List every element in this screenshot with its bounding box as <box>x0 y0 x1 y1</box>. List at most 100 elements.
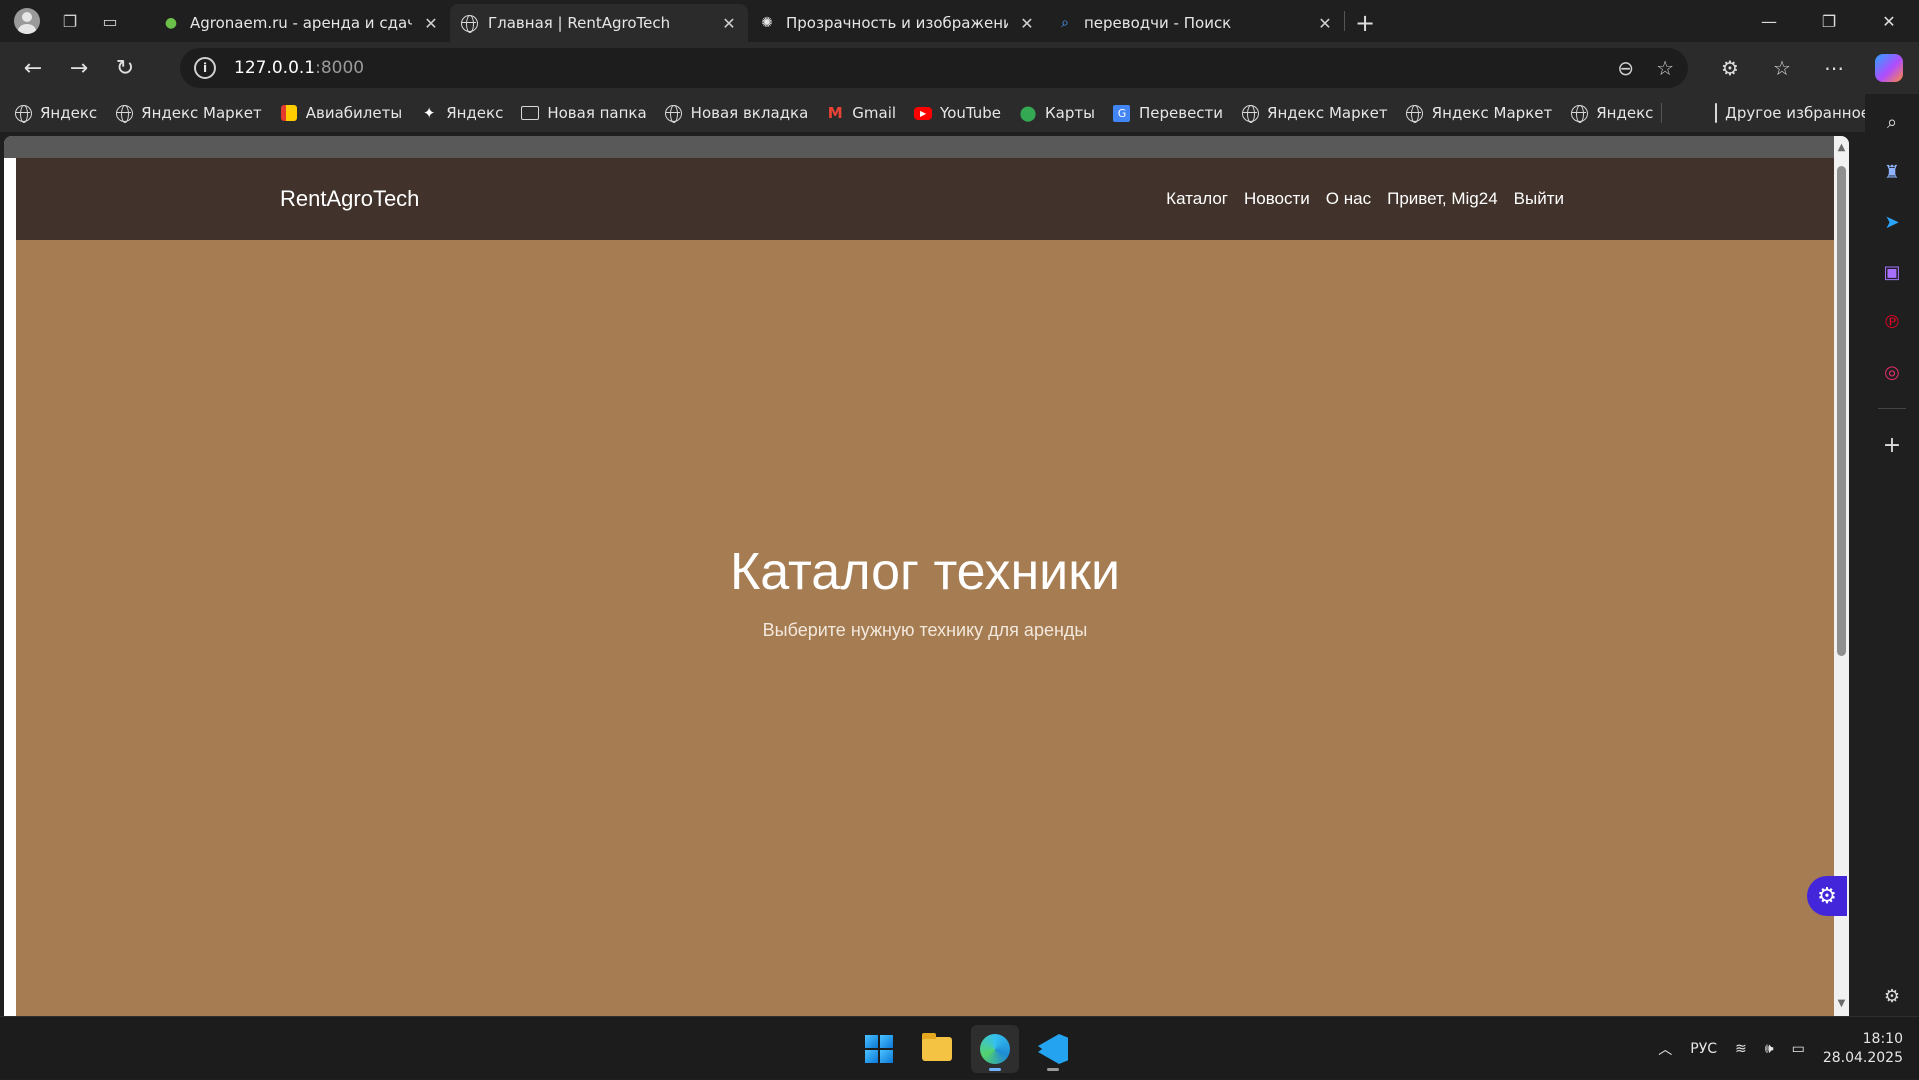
language-indicator[interactable]: РУС <box>1690 1041 1717 1057</box>
address-bar[interactable]: i 127.0.0.1:8000 ⊖ ☆ <box>180 48 1688 88</box>
bookmark-yandex[interactable]: Яндекс <box>14 104 97 123</box>
globe-icon <box>665 104 683 123</box>
nav-link-about[interactable]: О нас <box>1326 189 1371 209</box>
nav-link-catalog[interactable]: Каталог <box>1166 189 1228 209</box>
games-icon[interactable]: ♜ <box>1878 158 1906 186</box>
close-tab-icon[interactable]: ✕ <box>422 14 440 33</box>
chevron-up-icon[interactable]: ︿ <box>1658 1039 1672 1059</box>
close-tab-icon[interactable]: ✕ <box>1316 14 1334 33</box>
page-viewport: RentAgroTech Каталог Новости О нас Приве… <box>4 136 1849 1016</box>
profile-avatar[interactable] <box>14 8 40 34</box>
leaf-icon: ● <box>164 15 178 31</box>
bookmark-new-folder[interactable]: Новая папка <box>521 104 647 122</box>
forward-button[interactable]: → <box>56 48 102 88</box>
clock[interactable]: 18:10 28.04.2025 <box>1823 1030 1903 1068</box>
hero-title: Каталог техники <box>729 543 1121 601</box>
tab-search[interactable]: ⌕ переводчи - Поиск ✕ <box>1046 4 1344 42</box>
close-tab-icon[interactable]: ✕ <box>1018 14 1036 33</box>
folder-icon <box>922 1033 952 1061</box>
bookmark-gmail[interactable]: M Gmail <box>826 104 896 122</box>
minimize-button[interactable]: — <box>1739 0 1799 42</box>
favorite-star-icon[interactable]: ☆ <box>1656 56 1674 80</box>
address-url[interactable]: 127.0.0.1:8000 <box>234 58 364 78</box>
bookmark-new-tab[interactable]: Новая вкладка <box>665 104 808 123</box>
edge-icon <box>980 1034 1010 1064</box>
tab-title: Главная | RentAgroTech <box>488 14 671 32</box>
tab-title: переводчи - Поиск <box>1084 14 1232 32</box>
sidebar-settings-icon[interactable]: ⚙ <box>1878 982 1906 1010</box>
telegram-icon[interactable]: ➤ <box>1878 208 1906 236</box>
globe-icon <box>14 104 32 123</box>
wifi-icon[interactable]: ≋ <box>1735 1041 1747 1057</box>
windows-logo-icon <box>865 1035 893 1063</box>
bookmark-yandex-3[interactable]: Яндекс <box>1570 104 1653 123</box>
extensions-icon[interactable]: ⚙ <box>1707 48 1753 88</box>
clock-time: 18:10 <box>1862 1030 1903 1047</box>
scroll-down-arrow-icon[interactable]: ▼ <box>1836 998 1847 1010</box>
site-brand[interactable]: RentAgroTech <box>280 186 419 212</box>
workspaces-icon[interactable]: ❐ <box>50 4 90 38</box>
maps-pin-icon: ⬤ <box>1019 104 1037 122</box>
battery-icon[interactable]: ▭ <box>1792 1041 1805 1057</box>
toolbar-actions: ⚙ ☆ ⋯ <box>1707 48 1919 88</box>
clock-date: 28.04.2025 <box>1822 1049 1903 1066</box>
scrollbar-thumb[interactable] <box>1837 166 1846 656</box>
site-nav: Каталог Новости О нас Привет, Mig24 Выйт… <box>1166 189 1564 209</box>
tab-transparency[interactable]: ✺ Прозрачность и изображение ф ✕ <box>748 4 1046 42</box>
hero-subtitle: Выберите нужную технику для аренды <box>762 620 1088 640</box>
close-tab-icon[interactable]: ✕ <box>720 14 738 33</box>
start-button[interactable] <box>855 1025 903 1073</box>
bookmark-translate[interactable]: G Перевести <box>1113 104 1223 122</box>
system-tray: ︿ РУС ≋ 🕪 ▭ 18:10 28.04.2025 <box>1658 1017 1903 1080</box>
vertical-tabs-icon[interactable]: ▭ <box>90 4 130 38</box>
globe-icon <box>115 104 133 123</box>
scroll-up-arrow-icon[interactable]: ▲ <box>1836 142 1847 154</box>
site-info-icon[interactable]: i <box>194 57 216 79</box>
folder-icon <box>521 104 540 122</box>
globe-icon <box>1570 104 1588 123</box>
translate-icon: G <box>1113 104 1131 122</box>
pinterest-icon[interactable]: ℗ <box>1878 308 1906 336</box>
navigation-bar: ← → ↻ i 127.0.0.1:8000 ⊖ ☆ ⚙ ☆ ⋯ <box>0 42 1919 94</box>
vscode-taskbar-button[interactable] <box>1029 1025 1077 1073</box>
bookmark-maps[interactable]: ⬤ Карты <box>1019 104 1095 122</box>
new-tab-button[interactable]: + <box>1345 4 1385 42</box>
tab-rentagrotech[interactable]: Главная | RentAgroTech ✕ <box>450 4 748 42</box>
bookmark-yandex-market-3[interactable]: Яндекс Маркет <box>1406 104 1552 123</box>
openai-icon: ✺ <box>761 15 773 31</box>
bookmark-yandex-market-2[interactable]: Яндекс Маркет <box>1241 104 1388 123</box>
volume-icon[interactable]: 🕪 <box>1765 1041 1774 1057</box>
instagram-icon[interactable]: ◎ <box>1878 358 1906 386</box>
running-indicator <box>1047 1068 1059 1071</box>
nav-link-logout[interactable]: Выйти <box>1514 189 1564 209</box>
twitch-icon[interactable]: ▣ <box>1878 258 1906 286</box>
bookmark-aviabilety[interactable]: Авиабилеты <box>280 104 402 122</box>
nav-link-greeting[interactable]: Привет, Mig24 <box>1387 189 1498 209</box>
nav-link-news[interactable]: Новости <box>1244 189 1310 209</box>
gmail-icon: M <box>827 104 843 122</box>
youtube-icon: ▶ <box>914 104 933 122</box>
page-top-strip <box>4 136 1849 158</box>
bookmarks-bar: Яндекс Яндекс Маркет Авиабилеты ✦ Яндекс … <box>0 94 1880 132</box>
refresh-button[interactable]: ↻ <box>102 48 148 88</box>
tab-title: Agronaem.ru - аренда и сдача в <box>190 14 412 32</box>
file-explorer-button[interactable] <box>913 1025 961 1073</box>
bookmark-youtube[interactable]: ▶ YouTube <box>914 104 1001 122</box>
floating-settings-button[interactable]: ⚙ <box>1807 876 1847 916</box>
edge-sidebar: ⌕ ♜ ➤ ▣ ℗ ◎ + ⚙ <box>1865 94 1919 1016</box>
copilot-icon[interactable] <box>1875 54 1903 82</box>
tab-agronaem[interactable]: ● Agronaem.ru - аренда и сдача в ✕ <box>152 4 450 42</box>
zoom-out-icon[interactable]: ⊖ <box>1617 56 1634 80</box>
edge-taskbar-button[interactable] <box>971 1025 1019 1073</box>
more-options-icon[interactable]: ⋯ <box>1811 48 1857 88</box>
back-button[interactable]: ← <box>10 48 56 88</box>
close-window-button[interactable]: ✕ <box>1859 0 1919 42</box>
search-icon[interactable]: ⌕ <box>1878 108 1906 136</box>
bookmark-yandex-2[interactable]: ✦ Яндекс <box>420 104 503 122</box>
sidebar-divider <box>1878 408 1906 409</box>
restore-button[interactable]: ❐ <box>1799 0 1859 42</box>
add-sidebar-app-icon[interactable]: + <box>1878 431 1906 459</box>
favorites-icon[interactable]: ☆ <box>1759 48 1805 88</box>
bookmark-yandex-market[interactable]: Яндекс Маркет <box>115 104 262 123</box>
other-favorites[interactable]: Другое избранное <box>1715 94 1870 132</box>
